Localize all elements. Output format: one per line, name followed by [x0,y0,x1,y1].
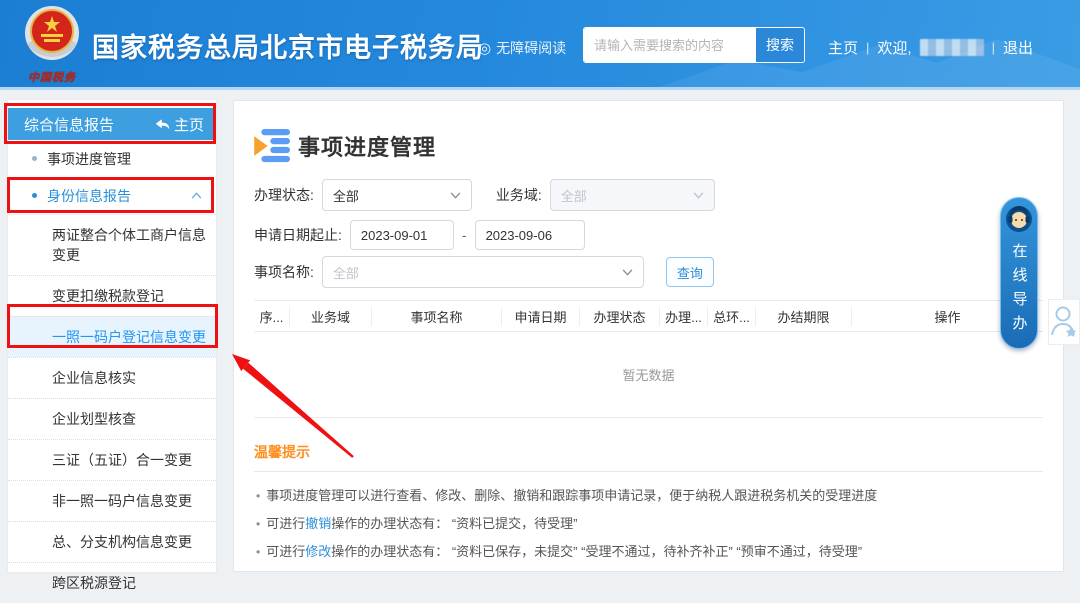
col-deadline: 办结期限 [756,307,852,326]
domain-value: 全部 [561,186,587,205]
query-button[interactable]: 查询 [666,257,714,287]
bullet-icon: • [256,539,260,566]
tip-line: • 事项进度管理可以进行查看、修改、删除、撤销和跟踪事项申请记录，便于纳税人跟进… [254,482,1043,510]
page-title: 事项进度管理 [298,130,436,162]
item-name-select[interactable]: 全部 [322,256,644,288]
tax-emblem-logo: 中国税务 [14,4,90,85]
status-value: 全部 [333,186,359,205]
accessibility-label: 无障碍阅读 [496,38,566,58]
logo-caption: 中国税务 [14,69,90,85]
tip-line: • 可进行删除操作的办理状态有： “资料已保存，未提交” [254,566,1043,572]
emblem-icon [21,4,83,66]
bullet-dot-icon [32,193,37,198]
main-panel: 事项进度管理 办理状态: 全部 业务域: 全部 申请日期起止: - 事项名称: … [233,100,1064,572]
tip-action-revoke: 撤销 [305,516,331,531]
date-separator: - [462,227,467,243]
chevron-up-icon [191,192,202,199]
sidebar-subitem[interactable]: 企业划型核查 [8,398,216,439]
col-domain: 业务域 [290,307,372,326]
sidebar-item-identity-report[interactable]: 身份信息报告 [8,177,216,214]
date-range-label: 申请日期起止: [254,225,342,245]
tips-divider [254,471,1043,472]
sidebar-subitem[interactable]: 总、分支机构信息变更 [8,521,216,562]
search-input[interactable] [584,28,756,62]
date-to-input[interactable] [475,220,585,250]
domain-label: 业务域: [496,185,542,205]
col-handle: 办理... [660,307,708,326]
redacted-username [920,39,984,56]
bullet-icon: • [256,567,260,572]
site-title: 国家税务总局北京市电子税务局 [92,26,484,65]
online-guide-button[interactable]: 在线导办 [1000,197,1038,349]
sidebar-subitem-selected[interactable]: 一照一码户登记信息变更 [8,316,216,357]
search-button[interactable]: 搜索 [756,28,804,62]
sidebar-subitem[interactable]: 两证整合个体工商户信息变更 [8,214,216,275]
tip-text: 可进行删除操作的办理状态有： “资料已保存，未提交” [266,566,577,572]
item-name-label: 事项名称: [254,262,314,282]
sidebar-subitem[interactable]: 跨区税源登记 [8,562,216,603]
tip-text: 事项进度管理可以进行查看、修改、删除、撤销和跟踪事项申请记录，便于纳税人跟进税务… [266,482,877,509]
status-label: 办理状态: [254,185,314,205]
sidebar-header: 综合信息报告 主页 [8,108,216,140]
item-name-value: 全部 [333,263,359,282]
bullet-icon: • [256,483,260,510]
nav-divider: | [866,40,869,55]
sidebar-item-label: 身份信息报告 [47,186,131,206]
filter-row-status: 办理状态: 全部 业务域: 全部 [254,179,1043,211]
sidebar-item-progress[interactable]: 事项进度管理 [8,140,216,177]
sidebar-subitem[interactable]: 变更扣缴税款登记 [8,275,216,316]
filter-row-name: 事项名称: 全部 查询 [254,256,1043,288]
back-arrow-icon [155,118,170,131]
table-header: 序... 业务域 事项名称 申请日期 办理状态 办理... 总环... 办结期限… [254,300,1043,332]
online-guide-label: 在线导办 [1009,243,1030,339]
col-total: 总环... [708,307,756,326]
tips-title: 温馨提示 [254,442,1043,462]
sidebar-title: 综合信息报告 [24,114,114,135]
chevron-down-icon [693,192,704,199]
bullet-dot-icon [32,156,37,161]
logout-link[interactable]: 退出 [1003,37,1033,58]
table-empty-state: 暂无数据 [254,332,1043,418]
nav-divider: | [992,40,995,55]
sidebar: 综合信息报告 主页 事项进度管理 身份信息报告 两证整合个体工商户信息变更 变更… [8,100,216,572]
tip-text: 可进行修改操作的办理状态有： “资料已保存，未提交” “受理不通过，待补齐补正”… [266,538,862,565]
filter-row-date: 申请日期起止: - [254,220,1043,250]
sidebar-home-link[interactable]: 主页 [155,114,204,135]
eye-icon: ◎ [478,39,491,57]
chevron-down-icon [622,269,633,276]
date-from-input[interactable] [350,220,454,250]
tip-text: 可进行撤销操作的办理状态有： “资料已提交，待受理” [266,510,577,537]
tip-line: • 可进行修改操作的办理状态有： “资料已保存，未提交” “受理不通过，待补齐补… [254,538,1043,566]
service-avatar-icon [1005,205,1033,233]
sidebar-subitem[interactable]: 三证（五证）合一变更 [8,439,216,480]
home-link[interactable]: 主页 [828,37,858,58]
col-name: 事项名称 [372,307,502,326]
sidebar-home-label: 主页 [174,114,204,135]
welcome-label: 欢迎, [877,37,911,58]
header-search: 搜索 [583,27,805,63]
status-select[interactable]: 全部 [322,179,472,211]
sidebar-subitem[interactable]: 企业信息核实 [8,357,216,398]
tip-line: • 可进行撤销操作的办理状态有： “资料已提交，待受理” [254,510,1043,538]
col-status: 办理状态 [580,307,660,326]
list-play-icon [254,129,292,163]
bullet-icon: • [256,511,260,538]
header-nav: 主页 | 欢迎, | 退出 [828,37,1068,58]
domain-select[interactable]: 全部 [550,179,715,211]
person-star-icon [1051,305,1077,339]
col-seq: 序... [254,307,290,326]
accessibility-link[interactable]: ◎ 无障碍阅读 [478,38,566,58]
tips-list: • 事项进度管理可以进行查看、修改、删除、撤销和跟踪事项申请记录，便于纳税人跟进… [254,482,1043,572]
person-star-widget[interactable] [1048,299,1080,345]
col-date: 申请日期 [502,307,580,326]
tip-action-modify: 修改 [305,544,331,559]
chevron-down-icon [450,192,461,199]
top-header: 中国税务 国家税务总局北京市电子税务局 ◎ 无障碍阅读 搜索 主页 | 欢迎, … [0,0,1080,90]
page-title-row: 事项进度管理 [254,129,1043,163]
sidebar-subitem[interactable]: 非一照一码户信息变更 [8,480,216,521]
sidebar-item-label: 事项进度管理 [47,149,131,169]
